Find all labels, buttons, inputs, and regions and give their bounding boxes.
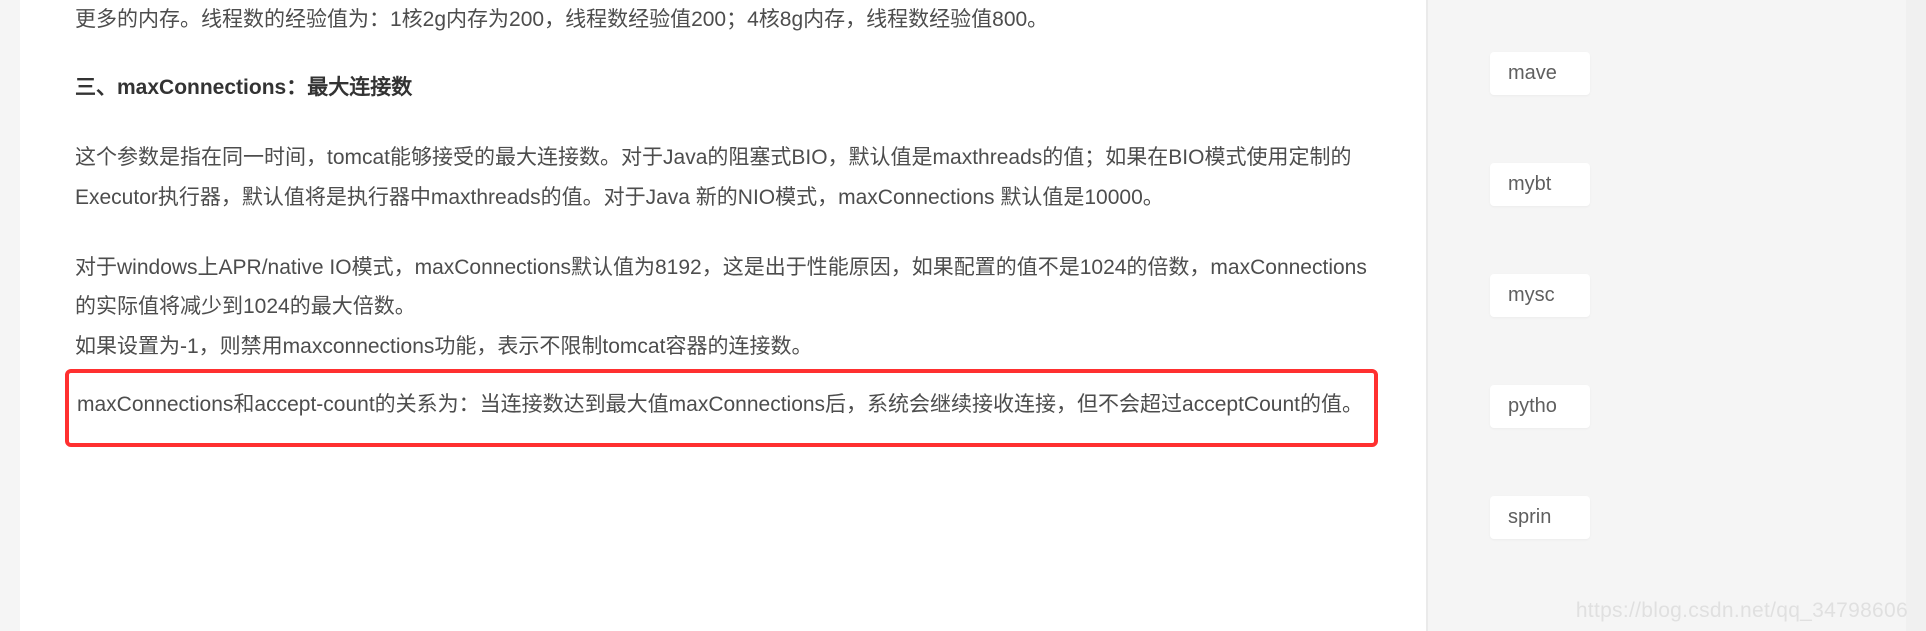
watermark: https://blog.csdn.net/qq_34798606 (1576, 599, 1908, 623)
tag-link[interactable]: sprin (1490, 496, 1590, 539)
article-wrapper: 更多的内存。线程数的经验值为：1核2g内存为200，线程数经验值200；4核8g… (20, 0, 1428, 631)
paragraph-2-line1: 对于windows上APR/native IO模式，maxConnections… (75, 248, 1368, 328)
tag-link[interactable]: mybt (1490, 163, 1590, 206)
paragraph-fragment-top: 更多的内存。线程数的经验值为：1核2g内存为200，线程数经验值200；4核8g… (75, 0, 1368, 40)
paragraph-2-block: 对于windows上APR/native IO模式，maxConnections… (75, 248, 1368, 368)
tag-link[interactable]: mysc (1490, 274, 1590, 317)
scrollbar[interactable] (1906, 0, 1926, 631)
highlighted-callout: maxConnections和accept-count的关系为：当连接数达到最大… (65, 369, 1378, 447)
sidebar: mave mybt mysc pytho sprin (1490, 0, 1910, 631)
tag-link[interactable]: pytho (1490, 385, 1590, 428)
highlighted-text: maxConnections和accept-count的关系为：当连接数达到最大… (77, 385, 1366, 425)
page-container: 更多的内存。线程数的经验值为：1核2g内存为200，线程数经验值200；4核8g… (0, 0, 1926, 631)
divider (1426, 0, 1428, 631)
article-content: 更多的内存。线程数的经验值为：1核2g内存为200，线程数经验值200；4核8g… (75, 0, 1368, 447)
paragraph-2-line2: 如果设置为-1，则禁用maxconnections功能，表示不限制tomcat容… (75, 327, 1368, 367)
tag-link[interactable]: mave (1490, 52, 1590, 95)
section-heading: 三、maxConnections：最大连接数 (75, 68, 1368, 108)
paragraph-1: 这个参数是指在同一时间，tomcat能够接受的最大连接数。对于Java的阻塞式B… (75, 138, 1368, 218)
